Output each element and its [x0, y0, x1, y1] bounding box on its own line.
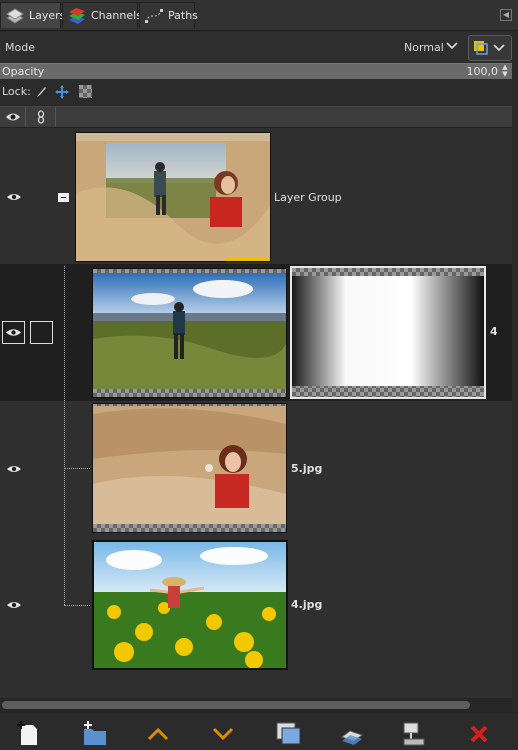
horizontal-scrollbar[interactable] [0, 698, 512, 712]
alpha-lock-icon[interactable] [79, 85, 92, 98]
eye-icon [6, 113, 20, 121]
tree-line [64, 468, 90, 469]
layer-row-5jpg[interactable]: 5.jpg [0, 401, 512, 538]
visibility-column-header[interactable] [0, 107, 26, 127]
mode-label: Mode [5, 41, 35, 54]
tree-line [64, 605, 90, 606]
move-lock-icon[interactable] [55, 85, 69, 99]
new-layer-icon[interactable] [15, 719, 43, 747]
layers-column-header [0, 106, 512, 128]
tab-paths-label: Paths [168, 9, 198, 22]
opacity-fill [0, 64, 512, 79]
lock-label: Lock: [2, 85, 31, 98]
layers-list[interactable]: Layer Group 4 5.jpg 4.jpg [0, 128, 512, 698]
tab-channels-label: Channels [91, 9, 142, 22]
duplicate-layer-icon[interactable] [274, 719, 302, 747]
dock-tab-bar: Layers Channels Paths ◀ [0, 0, 518, 31]
chain-toggle[interactable] [30, 321, 53, 344]
layer-row-4[interactable]: 4 [0, 264, 512, 401]
layer-group-thumbnail[interactable] [75, 132, 271, 262]
mode-row: Mode Normal [0, 32, 518, 62]
tab-layers[interactable]: Layers [0, 2, 65, 28]
composite-mode-button[interactable] [468, 35, 512, 61]
layer-name[interactable]: 4 [490, 325, 498, 338]
layer-row-4jpg[interactable]: 4.jpg [0, 538, 512, 674]
layers-icon [5, 7, 25, 25]
layer-thumbnail[interactable] [92, 403, 287, 533]
opacity-label: Opacity [2, 65, 45, 78]
opacity-spinner[interactable]: ▲ ▼ [499, 64, 511, 79]
visibility-toggle[interactable] [2, 321, 25, 344]
lower-layer-icon[interactable] [209, 719, 237, 747]
dock-menu-button[interactable]: ◀ [500, 9, 512, 21]
delete-layer-icon[interactable] [466, 719, 494, 747]
scrollbar-thumb[interactable] [2, 701, 470, 709]
chain-column-header[interactable] [26, 107, 56, 127]
tab-paths[interactable]: Paths [139, 2, 198, 28]
lock-row: Lock: [0, 82, 518, 102]
anchor-layer-icon[interactable] [338, 719, 366, 747]
eye-icon[interactable] [6, 600, 22, 610]
layer-name[interactable]: 4.jpg [291, 598, 322, 611]
layer-name[interactable]: 5.jpg [291, 462, 322, 475]
opacity-slider[interactable]: Opacity 100,0 ▲ ▼ [0, 63, 512, 79]
layer-row-group[interactable]: Layer Group [0, 128, 512, 264]
layer-thumbnail[interactable] [92, 540, 288, 670]
channels-icon [67, 7, 87, 25]
raise-layer-icon[interactable] [144, 719, 172, 747]
opacity-value[interactable]: 100,0 [467, 65, 499, 78]
layer-thumbnail[interactable] [92, 268, 287, 398]
eye-icon[interactable] [6, 192, 22, 202]
chevron-down-icon[interactable] [444, 38, 460, 54]
mode-select[interactable]: Normal [404, 41, 444, 54]
tree-line [64, 266, 65, 605]
eye-icon [6, 329, 21, 336]
collapse-group-button[interactable] [58, 193, 69, 202]
eye-icon[interactable] [6, 464, 22, 474]
layer-name[interactable]: Layer Group [274, 191, 342, 204]
vertical-scrollbar[interactable] [512, 32, 518, 712]
tab-channels[interactable]: Channels [62, 2, 142, 28]
paths-icon [144, 7, 164, 25]
brush-lock-icon[interactable] [34, 85, 48, 99]
merge-layer-icon[interactable] [400, 719, 428, 747]
layers-toolbar [0, 712, 518, 750]
tab-layers-label: Layers [29, 9, 66, 22]
new-layer-group-icon[interactable] [80, 719, 108, 747]
layer-mask-thumbnail[interactable] [290, 266, 486, 399]
chain-icon [37, 110, 45, 124]
